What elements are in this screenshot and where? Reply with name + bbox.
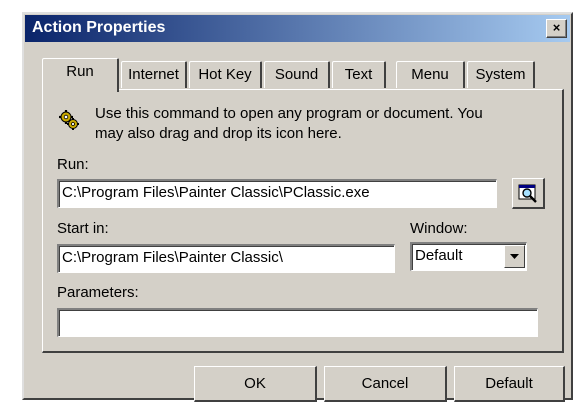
title-bar: Action Properties × — [25, 15, 570, 42]
window-label: Window: — [410, 220, 468, 237]
chevron-down-icon — [510, 254, 519, 259]
window-select-value: Default — [415, 247, 463, 264]
tab-run[interactable]: Run — [42, 58, 119, 92]
tab-hot-key-label: Hot Key — [198, 66, 252, 83]
window-title: Action Properties — [32, 19, 166, 36]
tab-text-label: Text — [344, 66, 373, 83]
close-button[interactable]: × — [546, 19, 567, 38]
gears-icon — [58, 109, 80, 131]
run-path-input[interactable]: C:\Program Files\Painter Classic\PClassi… — [57, 179, 497, 208]
tab-menu-label: Menu — [411, 66, 449, 83]
magnifier-browse-icon — [518, 183, 538, 207]
parameters-label: Parameters: — [57, 284, 139, 301]
tab-system-label: System — [475, 66, 526, 83]
window-select[interactable]: Default — [410, 242, 527, 271]
tab-sound-label: Sound — [274, 66, 319, 83]
run-tab-panel: Use this command to open any program or … — [42, 89, 564, 353]
tab-text[interactable]: Text — [332, 61, 386, 88]
description-line-2: may also drag and drop its icon here. — [95, 125, 342, 142]
browse-button[interactable] — [512, 178, 545, 209]
parameters-input[interactable] — [57, 308, 538, 337]
tab-run-label: Run — [66, 63, 94, 80]
tab-system[interactable]: System — [467, 61, 535, 88]
run-label: Run: — [57, 156, 89, 173]
action-properties-dialog: Action Properties × Run Internet Hot Key… — [22, 12, 573, 402]
tab-internet[interactable]: Internet — [121, 61, 187, 88]
tab-menu[interactable]: Menu — [396, 61, 465, 88]
default-button[interactable]: Default — [454, 366, 565, 402]
cancel-button[interactable]: Cancel — [324, 366, 447, 402]
start-in-input[interactable]: C:\Program Files\Painter Classic\ — [57, 244, 395, 273]
tab-hot-key[interactable]: Hot Key — [189, 61, 262, 88]
tab-sound[interactable]: Sound — [264, 61, 330, 88]
start-in-label: Start in: — [57, 220, 109, 237]
description-line-1: Use this command to open any program or … — [95, 105, 483, 122]
dropdown-button[interactable] — [504, 245, 525, 268]
tab-internet-label: Internet — [128, 66, 179, 83]
ok-button[interactable]: OK — [194, 366, 317, 402]
